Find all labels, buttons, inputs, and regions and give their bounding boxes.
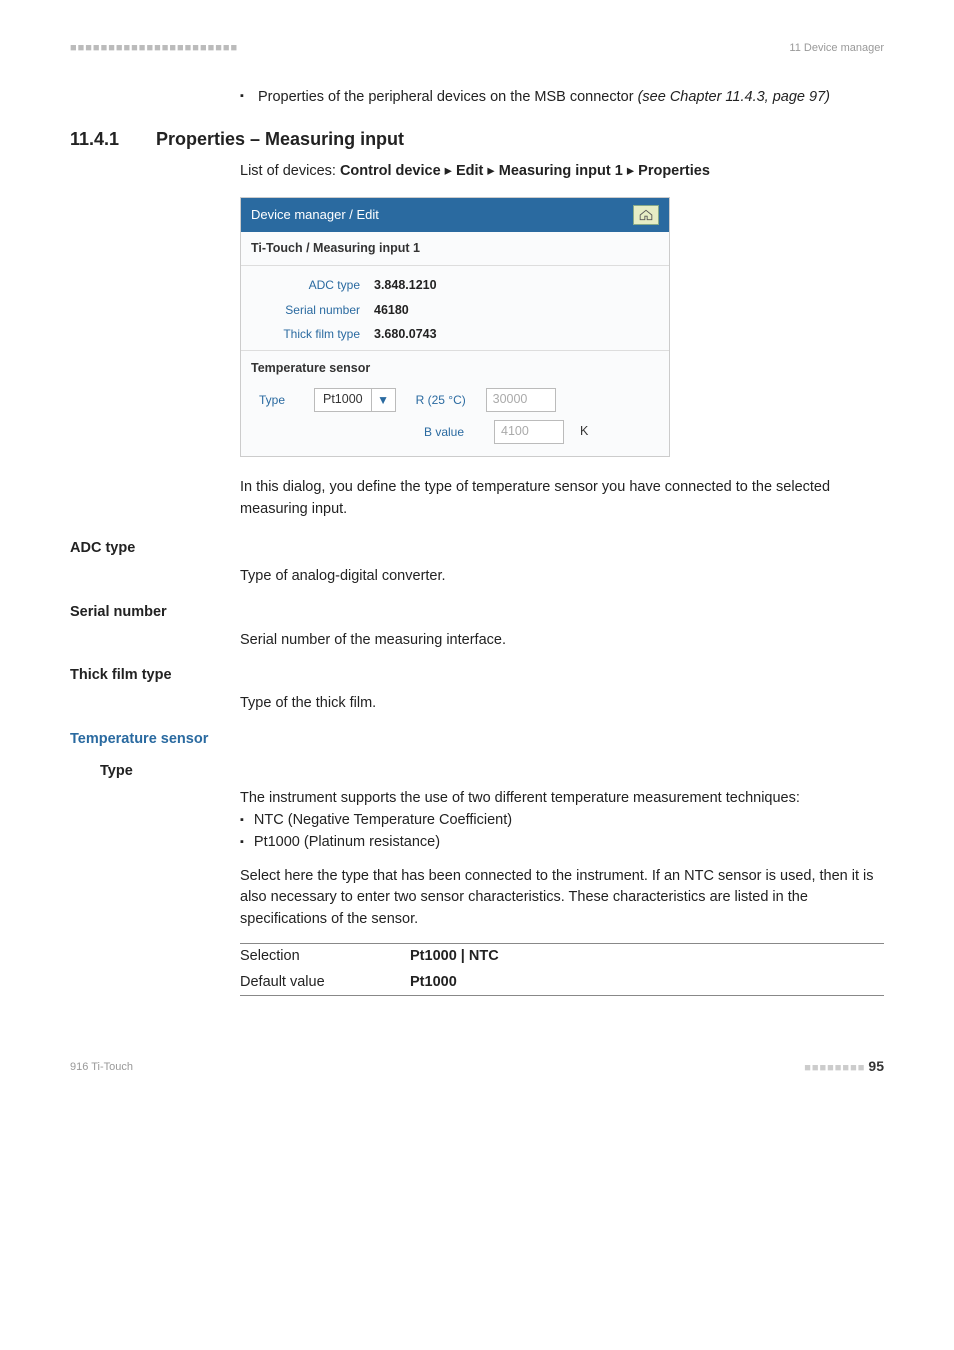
info-row: Serial number 46180: [259, 301, 651, 320]
bvalue-form-row: B value 4100 K: [259, 420, 651, 444]
path-seg-3: Properties: [638, 163, 710, 179]
path-prefix: List of devices:: [240, 163, 340, 179]
field-thickfilm: Thick film type Type of the thick film.: [70, 665, 884, 715]
path-seg-2: Measuring input 1: [499, 163, 623, 179]
r25-input[interactable]: 30000: [486, 388, 556, 412]
bvalue-label: B value: [424, 423, 484, 441]
section-number: 11.4.1: [70, 126, 156, 153]
list-item: NTC (Negative Temperature Coefficient): [240, 810, 884, 832]
type-table: Selection Pt1000 | NTC Default value Pt1…: [240, 943, 884, 997]
footer-device: 916 Ti-Touch: [70, 1059, 133, 1076]
path-seg-0: Control device: [340, 163, 441, 179]
field-adc-type: ADC type Type of analog-digital converte…: [70, 538, 884, 588]
r25-label: R (25 °C): [416, 391, 476, 409]
type-select[interactable]: Pt1000 ▼: [314, 388, 396, 412]
dialog-titlebar: Device manager / Edit: [241, 198, 669, 232]
info-row: ADC type 3.848.1210: [259, 276, 651, 295]
table-val: Pt1000: [410, 972, 884, 994]
type-field: Type The instrument supports the use of …: [100, 761, 884, 997]
header-dashes: ■■■■■■■■■■■■■■■■■■■■■■: [70, 40, 238, 57]
table-row: Selection Pt1000 | NTC: [240, 944, 884, 970]
bvalue-unit: K: [580, 422, 588, 441]
type-select-value: Pt1000: [315, 390, 371, 409]
dialog-screenshot: Device manager / Edit Ti-Touch / Measuri…: [240, 197, 670, 457]
dialog-title-text: Device manager / Edit: [251, 205, 379, 225]
thickfilm-value: 3.680.0743: [374, 325, 437, 344]
menu-path: List of devices: Control device ▸ Edit ▸…: [240, 161, 884, 183]
header-chapter: 11 Device manager: [789, 40, 884, 57]
home-icon: [639, 209, 653, 221]
type-field-desc: The instrument supports the use of two d…: [240, 788, 884, 810]
field-name: Serial number: [70, 602, 884, 624]
field-serial: Serial number Serial number of the measu…: [70, 602, 884, 652]
field-desc: Serial number of the measuring interface…: [240, 630, 884, 652]
thickfilm-label: Thick film type: [259, 325, 374, 344]
type-paragraph: Select here the type that has been conne…: [240, 866, 884, 931]
info-row: Thick film type 3.680.0743: [259, 325, 651, 344]
field-name: ADC type: [70, 538, 884, 560]
intro-bullet-text: Properties of the peripheral devices on …: [258, 89, 638, 105]
path-seg-1: Edit: [456, 163, 483, 179]
type-field-name: Type: [100, 761, 884, 783]
field-name: Thick film type: [70, 665, 884, 687]
list-item: Pt1000 (Platinum resistance): [240, 832, 884, 854]
dialog-subtitle: Ti-Touch / Measuring input 1: [241, 232, 669, 266]
serial-value: 46180: [374, 301, 409, 320]
bvalue-input[interactable]: 4100: [494, 420, 564, 444]
section-title: 11.4.1 Properties – Measuring input: [70, 126, 884, 153]
footer-dashes: ■■■■■■■■: [804, 1062, 865, 1074]
type-bullets: NTC (Negative Temperature Coefficient) P…: [240, 810, 884, 854]
serial-label: Serial number: [259, 301, 374, 320]
temp-group-header: Temperature sensor: [241, 350, 669, 382]
field-desc: Type of the thick film.: [240, 693, 884, 715]
intro-bullet: Properties of the peripheral devices on …: [240, 87, 884, 109]
type-form-row: Type Pt1000 ▼ R (25 °C) 30000: [259, 388, 651, 412]
intro-bullet-ref: (see Chapter 11.4.3, page 97): [638, 89, 830, 105]
chevron-down-icon: ▼: [371, 388, 395, 412]
adc-type-value: 3.848.1210: [374, 276, 437, 295]
page-number: 95: [868, 1058, 884, 1074]
home-button[interactable]: [633, 205, 659, 225]
section-heading-text: Properties – Measuring input: [156, 126, 884, 153]
table-val: Pt1000 | NTC: [410, 946, 884, 968]
field-desc: Type of analog-digital converter.: [240, 566, 884, 588]
page-header: ■■■■■■■■■■■■■■■■■■■■■■ 11 Device manager: [70, 40, 884, 57]
adc-type-label: ADC type: [259, 276, 374, 295]
post-dialog-text: In this dialog, you define the type of t…: [240, 477, 884, 521]
type-label: Type: [259, 391, 304, 409]
intro-bullet-list: Properties of the peripheral devices on …: [240, 87, 884, 109]
page-footer: 916 Ti-Touch ■■■■■■■■ 95: [70, 1056, 884, 1077]
temperature-sensor-heading: Temperature sensor: [70, 729, 884, 751]
table-key: Default value: [240, 972, 410, 994]
table-key: Selection: [240, 946, 410, 968]
table-row: Default value Pt1000: [240, 970, 884, 996]
